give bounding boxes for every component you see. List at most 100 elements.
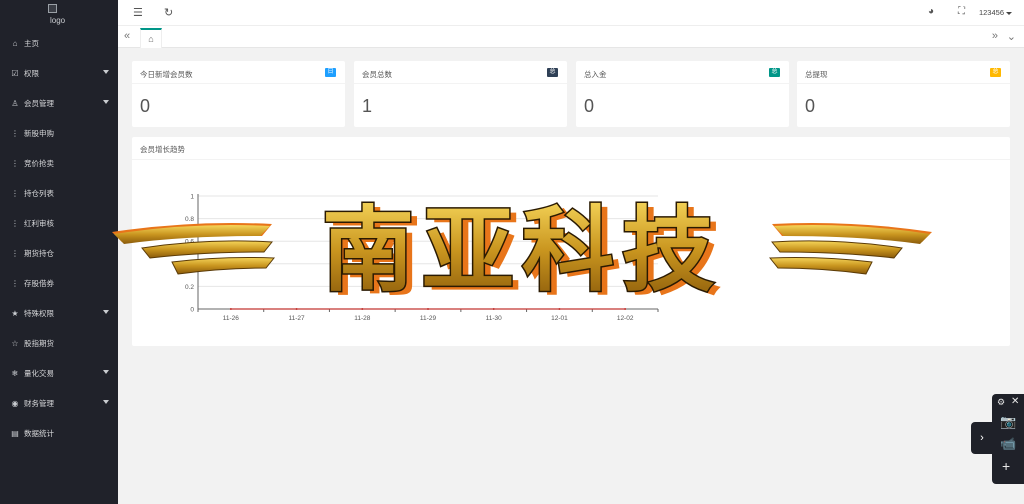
sidebar-item-label: 权限	[24, 68, 39, 78]
stat-card-value: 1	[362, 96, 373, 116]
caret-down-icon	[1006, 11, 1012, 15]
caret-down-icon	[103, 370, 109, 374]
logo-alt-text: logo	[50, 16, 66, 25]
sidebar-item-9[interactable]: ★ 特殊权限	[0, 298, 118, 328]
stat-card-divider	[132, 83, 345, 84]
video-camera-icon[interactable]: 📹	[1000, 436, 1016, 452]
stat-card-title: 总入金	[584, 70, 607, 79]
logo[interactable]: logo	[0, 0, 118, 28]
plus-icon[interactable]: +	[1002, 458, 1010, 474]
stat-card: 总提现 总 0	[797, 61, 1010, 127]
x-tick-label: 12-01	[551, 315, 568, 322]
tab-options-chevron-down-icon[interactable]: ⌄	[1007, 30, 1016, 43]
sidebar-item-label: 数据统计	[24, 428, 54, 438]
stat-card-title: 今日新增会员数	[140, 70, 193, 79]
stat-card: 今日新增会员数 日 0	[132, 61, 345, 127]
star-outline-icon: ☆	[11, 338, 19, 348]
series-point[interactable]	[295, 308, 298, 310]
snowflake-icon: ❄	[11, 368, 19, 378]
scroll-right-icon[interactable]: »	[992, 30, 998, 42]
series-point[interactable]	[427, 308, 429, 310]
shield-check-icon: ☑	[11, 68, 19, 78]
float-toolbar: ⚙ ✕ 📷 📹 +	[992, 394, 1024, 484]
x-tick-label: 11-27	[288, 315, 305, 322]
series-point[interactable]	[624, 308, 627, 310]
fullscreen-icon[interactable]: ⛶	[958, 6, 965, 17]
caret-down-icon	[103, 70, 109, 74]
sidebar: logo ⌂ 主页 ☑ 权限 ♙ 会员管理 ⋮ 新股申购 ⋮ 竞价抢卖 ⋮ 持仓列表 ⋮ 红利审核 ⋮ 期货持…	[0, 0, 118, 504]
vertical-dots-icon: ⋮	[11, 248, 19, 258]
tab-bar: « ⌂ » ⌄	[118, 26, 1024, 48]
sidebar-item-label: 会员管理	[24, 98, 54, 108]
home-icon: ⌂	[148, 34, 154, 44]
star-icon: ★	[11, 308, 19, 318]
x-tick-label: 11-26	[223, 315, 240, 322]
tab-home[interactable]: ⌂	[140, 28, 162, 48]
sidebar-item-11[interactable]: ❄ 量化交易	[0, 358, 118, 388]
sidebar-item-0[interactable]: ⌂ 主页	[0, 28, 118, 58]
stat-card-title: 总提现	[805, 70, 828, 79]
stat-card-value: 0	[805, 96, 816, 116]
caret-down-icon	[103, 400, 109, 404]
sidebar-nav: ⌂ 主页 ☑ 权限 ♙ 会员管理 ⋮ 新股申购 ⋮ 竞价抢卖 ⋮ 持仓列表 ⋮ 红利审核 ⋮ 期货持仓 ⋮ 存股借…	[0, 28, 118, 448]
stat-card-title: 会员总数	[362, 70, 392, 79]
sidebar-item-4[interactable]: ⋮ 竞价抢卖	[0, 148, 118, 178]
x-tick-label: 12-02	[617, 315, 634, 322]
y-tick-label: 0.2	[185, 284, 194, 291]
member-growth-chart: 0 0.2 0.4 0.6 0.8 1 11-26 11-27 11-28 11-29 11-30 1…	[185, 194, 659, 322]
y-tick-label: 0.6	[185, 239, 194, 246]
sidebar-item-label: 存股借券	[24, 278, 54, 288]
sidebar-item-8[interactable]: ⋮ 存股借券	[0, 268, 118, 298]
sidebar-item-label: 新股申购	[24, 128, 54, 138]
sidebar-item-7[interactable]: ⋮ 期货持仓	[0, 238, 118, 268]
stat-card-value: 0	[584, 96, 595, 116]
gear-icon[interactable]: ⚙	[997, 397, 1005, 408]
y-tick-label: 0	[190, 307, 194, 314]
sidebar-item-10[interactable]: ☆ 股指期货	[0, 328, 118, 358]
x-tick-label: 11-28	[354, 315, 371, 322]
sidebar-item-13[interactable]: ▤ 数据统计	[0, 418, 118, 448]
chevron-right-icon: ›	[980, 432, 984, 444]
broken-image-icon	[48, 4, 57, 13]
vertical-dots-icon: ⋮	[11, 158, 19, 168]
scroll-left-icon[interactable]: «	[124, 30, 130, 42]
x-tick-label: 11-29	[420, 315, 437, 322]
sidebar-item-label: 持仓列表	[24, 188, 54, 198]
sidebar-item-label: 竞价抢卖	[24, 158, 54, 168]
sidebar-item-label: 财务管理	[24, 398, 54, 408]
caret-down-icon	[103, 310, 109, 314]
sidebar-item-12[interactable]: ◉ 财务管理	[0, 388, 118, 418]
x-tick-label: 11-30	[486, 315, 503, 322]
camera-icon[interactable]: 📷	[1000, 414, 1016, 430]
close-icon[interactable]: ✕	[1011, 396, 1019, 407]
stat-card-badge: 总	[547, 68, 558, 77]
series-point[interactable]	[361, 308, 364, 310]
stat-card-divider	[576, 83, 789, 84]
float-toolbar-expand[interactable]: ›	[971, 422, 993, 454]
user-menu[interactable]: 123456	[979, 8, 1012, 17]
sidebar-item-1[interactable]: ☑ 权限	[0, 58, 118, 88]
refresh-icon[interactable]: ↻	[164, 6, 173, 19]
sidebar-item-3[interactable]: ⋮ 新股申购	[0, 118, 118, 148]
stat-card: 总入金 总 0	[576, 61, 789, 127]
sidebar-item-2[interactable]: ♙ 会员管理	[0, 88, 118, 118]
stat-card-badge: 日	[325, 68, 336, 77]
sidebar-item-label: 特殊权限	[24, 308, 54, 318]
series-point[interactable]	[492, 308, 495, 310]
hamburger-menu-icon[interactable]: ☰	[133, 6, 143, 19]
sidebar-item-label: 主页	[24, 38, 39, 48]
series-point[interactable]	[229, 308, 232, 310]
stat-card-value: 0	[140, 96, 151, 116]
palette-icon[interactable]: ◕	[928, 6, 934, 17]
top-header: ☰ ↻ ◕ ⛶ 123456	[118, 0, 1024, 26]
stat-card-badge: 总	[769, 68, 780, 77]
sidebar-item-5[interactable]: ⋮ 持仓列表	[0, 178, 118, 208]
vertical-dots-icon: ⋮	[11, 188, 19, 198]
username: 123456	[978, 8, 1004, 17]
series-point[interactable]	[558, 308, 561, 310]
sidebar-item-label: 股指期货	[24, 338, 54, 348]
sidebar-item-6[interactable]: ⋮ 红利审核	[0, 208, 118, 238]
y-tick-label: 0.8	[185, 216, 194, 223]
caret-down-icon	[103, 100, 109, 104]
stat-card-divider	[797, 83, 1010, 84]
